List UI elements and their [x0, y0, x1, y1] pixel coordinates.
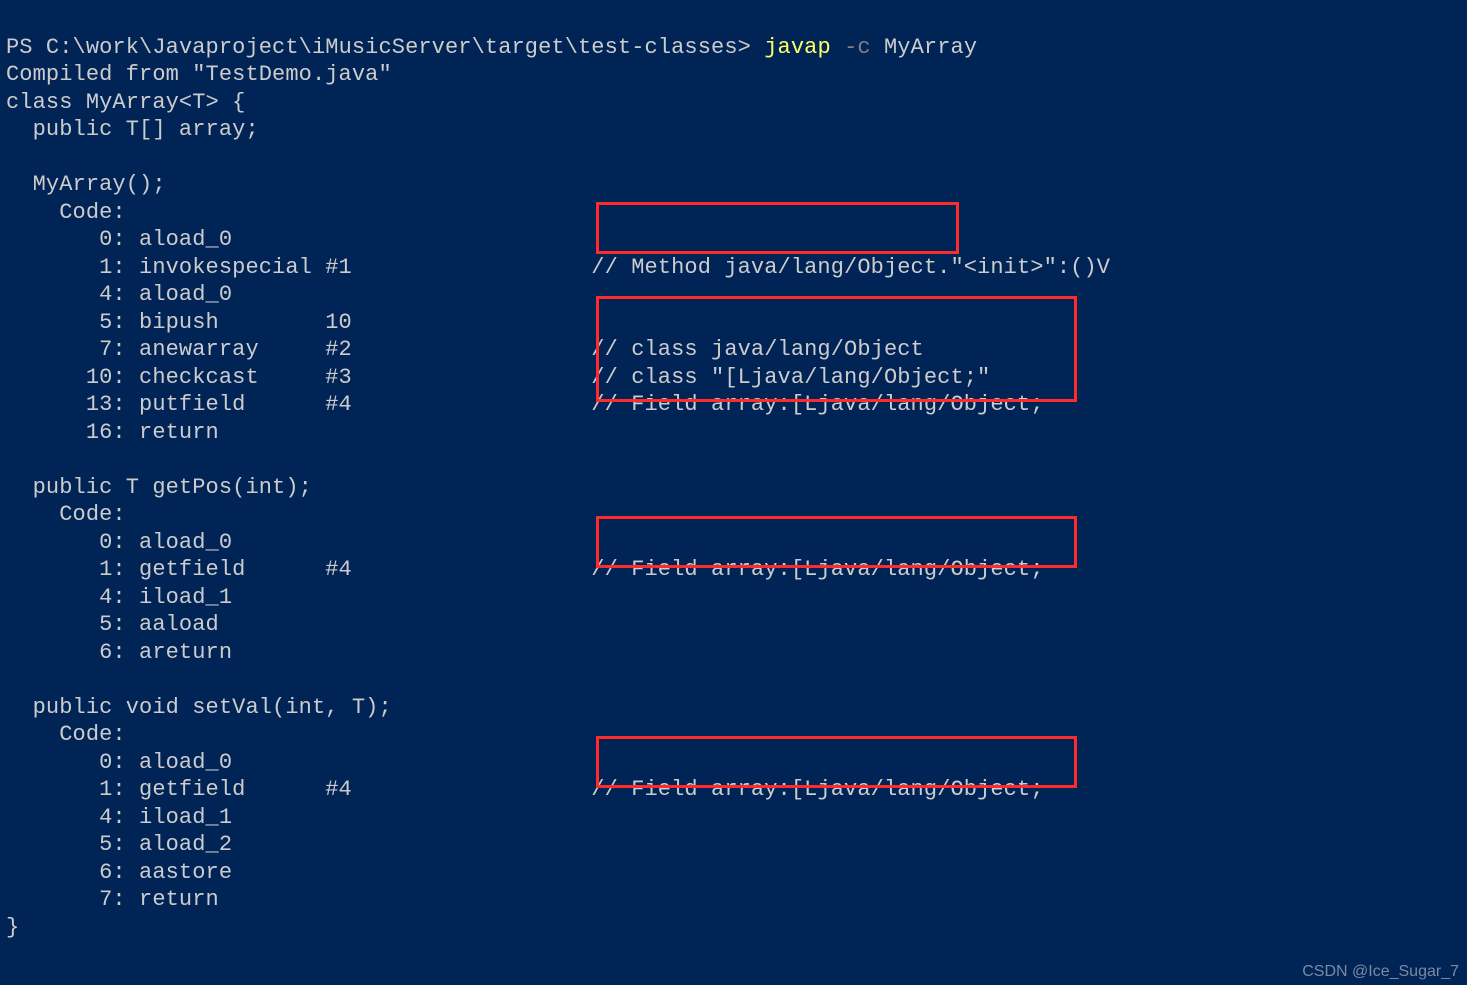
- output-line: public T[] array;: [6, 117, 259, 142]
- command-option: -c: [844, 35, 871, 60]
- output-line: public T getPos(int);: [6, 475, 312, 500]
- output-line: Code:: [6, 722, 126, 747]
- output-line: 5: bipush 10: [6, 310, 352, 335]
- output-line: class MyArray<T> {: [6, 90, 245, 115]
- output-line: 7: anewarray #2 // class java/lang/Objec…: [6, 337, 924, 362]
- watermark: CSDN @Ice_Sugar_7: [1302, 963, 1459, 981]
- prompt-line: PS C:\work\Javaproject\iMusicServer\targ…: [6, 35, 977, 60]
- output-line: 6: aastore: [6, 860, 232, 885]
- output-line: 0: aload_0: [6, 530, 232, 555]
- command-arg: MyArray: [884, 35, 977, 60]
- output-line: 5: aaload: [6, 612, 219, 637]
- output-line: }: [6, 915, 19, 940]
- output-line: 13: putfield #4 // Field array:[Ljava/la…: [6, 392, 1044, 417]
- output-line: 10: checkcast #3 // class "[Ljava/lang/O…: [6, 365, 990, 390]
- output-line: public void setVal(int, T);: [6, 695, 392, 720]
- output-line: 7: return: [6, 887, 219, 912]
- terminal-output[interactable]: PS C:\work\Javaproject\iMusicServer\targ…: [0, 0, 1467, 947]
- output-line: 0: aload_0: [6, 227, 232, 252]
- prompt-suffix: >: [738, 35, 765, 60]
- output-line: 5: aload_2: [6, 832, 232, 857]
- output-line: 1: invokespecial #1 // Method java/lang/…: [6, 255, 1110, 280]
- command-name: javap: [764, 35, 831, 60]
- prompt-cwd: C:\work\Javaproject\iMusicServer\target\…: [46, 35, 738, 60]
- output-line: 1: getfield #4 // Field array:[Ljava/lan…: [6, 777, 1044, 802]
- output-line: 6: areturn: [6, 640, 232, 665]
- output-line: 16: return: [6, 420, 219, 445]
- output-line: Compiled from "TestDemo.java": [6, 62, 392, 87]
- output-line: Code:: [6, 502, 126, 527]
- output-line: 1: getfield #4 // Field array:[Ljava/lan…: [6, 557, 1044, 582]
- output-line: 0: aload_0: [6, 750, 232, 775]
- output-line: MyArray();: [6, 172, 166, 197]
- output-line: Code:: [6, 200, 126, 225]
- prompt-prefix: PS: [6, 35, 46, 60]
- output-line: 4: aload_0: [6, 282, 232, 307]
- output-line: 4: iload_1: [6, 805, 232, 830]
- output-line: 4: iload_1: [6, 585, 232, 610]
